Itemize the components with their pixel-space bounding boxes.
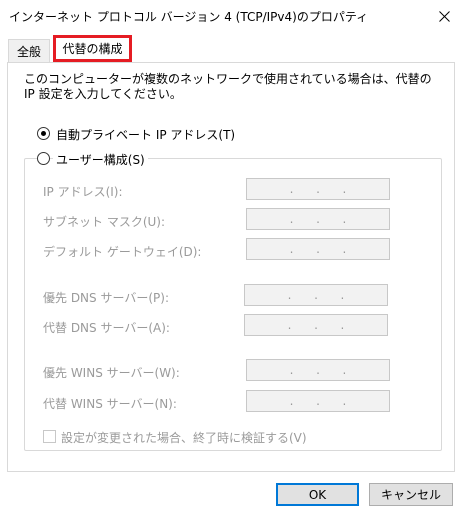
ip-dot: . — [289, 242, 294, 256]
ip-dot: . — [289, 394, 294, 408]
ip-address-label: IP アドレス(I): — [43, 185, 123, 199]
ip-dot: . — [342, 212, 347, 226]
user-config-radio[interactable] — [37, 152, 50, 165]
ok-button-label: OK — [308, 487, 327, 502]
alternate-wins-label: 代替 WINS サーバー(N): — [43, 397, 177, 411]
preferred-wins-input[interactable]: ... — [246, 359, 390, 381]
description-text: このコンピューターが複数のネットワークで使用されている場合は、代替の IP 設定… — [24, 72, 432, 101]
subnet-mask-input[interactable]: ... — [246, 208, 390, 230]
ip-dot: . — [316, 212, 320, 226]
default-gateway-label: デフォルト ゲートウェイ(D): — [43, 245, 202, 259]
tab-general-label: 全般 — [16, 44, 41, 59]
default-gateway-input[interactable]: ... — [246, 238, 390, 260]
ip-dot: . — [287, 288, 292, 302]
ip-dot: . — [314, 318, 318, 332]
ip-dot: . — [289, 212, 294, 226]
close-button[interactable] — [427, 0, 462, 32]
preferred-dns-input[interactable]: ... — [244, 284, 388, 306]
ip-dot: . — [340, 288, 345, 302]
ip-dot: . — [342, 182, 347, 196]
ip-dot: . — [316, 363, 320, 377]
ip-dot: . — [289, 363, 294, 377]
ip-dot: . — [314, 288, 318, 302]
window-title: インターネット プロトコル バージョン 4 (TCP/IPv4)のプロパティ — [9, 10, 369, 24]
radio-selected-dot — [41, 131, 46, 136]
validate-on-exit-checkbox[interactable] — [43, 430, 56, 443]
ip-dot: . — [342, 394, 347, 408]
ip-dot: . — [287, 318, 292, 332]
subnet-mask-label: サブネット マスク(U): — [43, 215, 166, 229]
ip-dot: . — [340, 318, 345, 332]
auto-private-ip-label: 自動プライベート IP アドレス(T) — [56, 128, 236, 142]
auto-private-ip-radio[interactable] — [37, 127, 50, 140]
ip-dot: . — [342, 363, 347, 377]
ip-dot: . — [342, 242, 347, 256]
ip-dot: . — [316, 242, 320, 256]
user-config-label: ユーザー構成(S) — [53, 151, 148, 168]
alternate-dns-label: 代替 DNS サーバー(A): — [43, 321, 170, 335]
ip-dot: . — [316, 182, 320, 196]
cancel-button-label: キャンセル — [380, 488, 441, 502]
cancel-button[interactable]: キャンセル — [369, 483, 453, 506]
tab-alternate-label: 代替の構成 — [62, 42, 123, 56]
validate-on-exit-label: 設定が変更された場合、終了時に検証する(V) — [61, 431, 307, 445]
ip-dot: . — [289, 182, 294, 196]
tab-alternate-configuration[interactable]: 代替の構成 — [53, 35, 132, 62]
title-bar: インターネット プロトコル バージョン 4 (TCP/IPv4)のプロパティ — [0, 0, 462, 32]
alternate-wins-input[interactable]: ... — [246, 390, 390, 412]
ok-button[interactable]: OK — [276, 483, 359, 506]
ip-dot: . — [316, 394, 320, 408]
ip-address-input[interactable]: ... — [246, 178, 390, 200]
tab-general[interactable]: 全般 — [8, 39, 50, 62]
close-icon — [439, 10, 450, 22]
alternate-dns-input[interactable]: ... — [244, 314, 388, 336]
preferred-dns-label: 優先 DNS サーバー(P): — [43, 291, 169, 305]
preferred-wins-label: 優先 WINS サーバー(W): — [43, 366, 180, 380]
